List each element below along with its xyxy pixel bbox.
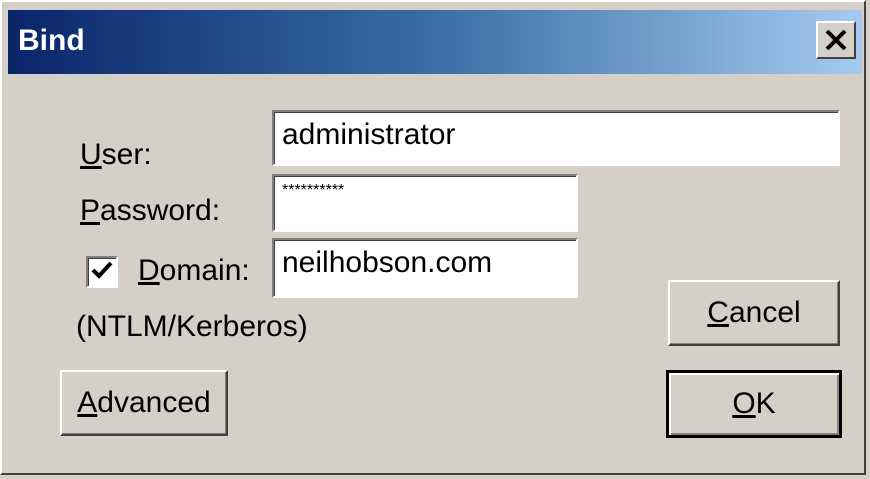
password-field[interactable]: ********** [272, 174, 578, 232]
title-bar[interactable]: Bind [8, 10, 862, 74]
domain-checkbox[interactable] [86, 256, 118, 288]
checkmark-icon [91, 260, 113, 285]
ok-button[interactable]: OK [666, 370, 842, 438]
advanced-button[interactable]: Advanced [60, 370, 228, 436]
close-icon [824, 29, 848, 51]
user-label: User: [80, 138, 152, 171]
window-title: Bind [18, 24, 85, 57]
cancel-button[interactable]: Cancel [668, 280, 840, 346]
domain-label: Domain: [138, 254, 250, 287]
domain-field[interactable]: neilhobson.com [272, 238, 578, 298]
password-label: Password: [80, 194, 221, 227]
user-field[interactable]: administrator [272, 110, 840, 166]
bind-dialog: Bind User: administrator Password: *****… [0, 0, 866, 475]
auth-type-note: (NTLM/Kerberos) [76, 310, 308, 343]
close-button[interactable] [816, 21, 856, 59]
